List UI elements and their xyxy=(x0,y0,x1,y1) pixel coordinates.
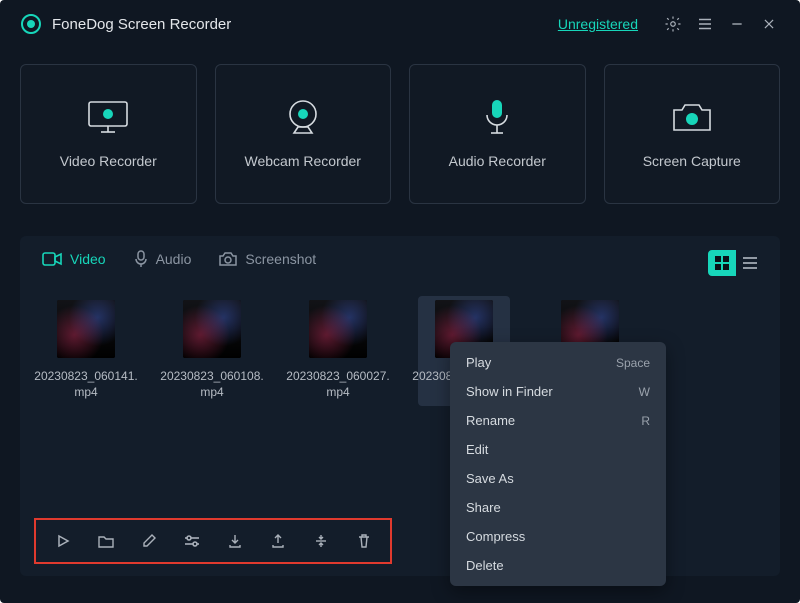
library-item[interactable]: 20230823_060141.mp4 xyxy=(40,296,132,406)
webcam-icon xyxy=(280,99,326,135)
open-folder-button[interactable] xyxy=(93,528,118,554)
app-title: FoneDog Screen Recorder xyxy=(52,16,231,33)
menu-item-show-in-finder[interactable]: Show in Finder W xyxy=(450,377,666,406)
save-download-button[interactable] xyxy=(222,528,247,554)
filename-label: 20230823_060027.mp4 xyxy=(283,368,393,400)
mode-card-screen-capture[interactable]: Screen Capture xyxy=(604,64,781,204)
menu-item-label: Rename xyxy=(466,413,515,428)
view-list-button[interactable] xyxy=(736,250,764,276)
library-tabs: Video Audio Screenshot xyxy=(36,250,764,278)
adjust-settings-button[interactable] xyxy=(179,528,204,554)
unregistered-link[interactable]: Unregistered xyxy=(558,16,638,32)
tab-label: Audio xyxy=(156,251,192,267)
menu-item-label: Edit xyxy=(466,442,488,457)
menu-item-compress[interactable]: Compress xyxy=(450,522,666,551)
menu-item-rename[interactable]: Rename R xyxy=(450,406,666,435)
microphone-icon xyxy=(474,99,520,135)
menu-item-label: Save As xyxy=(466,471,514,486)
mode-cards-row: Video Recorder Webcam Recorder Audio Rec… xyxy=(0,48,800,204)
context-menu: Play Space Show in Finder W Rename R Edi… xyxy=(450,342,666,586)
menu-item-label: Share xyxy=(466,500,501,515)
view-toggle xyxy=(708,250,764,276)
tab-screenshot[interactable]: Screenshot xyxy=(219,251,316,267)
filename-label: 20230823_060141.mp4 xyxy=(31,368,141,400)
mode-label: Webcam Recorder xyxy=(245,153,361,169)
tab-audio[interactable]: Audio xyxy=(134,250,192,268)
titlebar: FoneDog Screen Recorder Unregistered xyxy=(0,0,800,48)
app-window: FoneDog Screen Recorder Unregistered Vid… xyxy=(0,0,800,603)
camera-icon xyxy=(669,99,715,135)
view-grid-button[interactable] xyxy=(708,250,736,276)
compress-button[interactable] xyxy=(308,528,333,554)
menu-item-save-as[interactable]: Save As xyxy=(450,464,666,493)
video-icon xyxy=(42,252,62,266)
menu-icon[interactable] xyxy=(694,13,716,35)
microphone-small-icon xyxy=(134,250,148,268)
mode-card-webcam-recorder[interactable]: Webcam Recorder xyxy=(215,64,392,204)
share-upload-button[interactable] xyxy=(265,528,290,554)
edit-button[interactable] xyxy=(136,528,161,554)
thumbnail-image xyxy=(309,300,367,358)
delete-button[interactable] xyxy=(351,528,376,554)
close-icon[interactable] xyxy=(758,13,780,35)
play-button[interactable] xyxy=(50,528,75,554)
thumbnail-image xyxy=(57,300,115,358)
library-item[interactable]: 20230823_060027.mp4 xyxy=(292,296,384,406)
camera-small-icon xyxy=(219,252,237,266)
menu-item-label: Compress xyxy=(466,529,525,544)
library-panel: Video Audio Screenshot xyxy=(20,236,780,576)
menu-item-shortcut: Space xyxy=(616,356,650,370)
thumbnail-image xyxy=(183,300,241,358)
menu-item-shortcut: W xyxy=(639,385,650,399)
menu-item-label: Show in Finder xyxy=(466,384,553,399)
minimize-icon[interactable] xyxy=(726,13,748,35)
settings-gear-icon[interactable] xyxy=(662,13,684,35)
library-item[interactable]: 20230823_060108.mp4 xyxy=(166,296,258,406)
tab-label: Screenshot xyxy=(245,251,316,267)
mode-card-audio-recorder[interactable]: Audio Recorder xyxy=(409,64,586,204)
tab-label: Video xyxy=(70,251,106,267)
menu-item-share[interactable]: Share xyxy=(450,493,666,522)
menu-item-edit[interactable]: Edit xyxy=(450,435,666,464)
mode-card-video-recorder[interactable]: Video Recorder xyxy=(20,64,197,204)
library-action-toolbar xyxy=(34,518,392,564)
menu-item-delete[interactable]: Delete xyxy=(450,551,666,580)
filename-label: 20230823_060108.mp4 xyxy=(157,368,267,400)
menu-item-shortcut: R xyxy=(641,414,650,428)
menu-item-play[interactable]: Play Space xyxy=(450,348,666,377)
menu-item-label: Play xyxy=(466,355,491,370)
app-logo-icon xyxy=(20,13,42,35)
tab-video[interactable]: Video xyxy=(42,251,106,267)
monitor-record-icon xyxy=(85,99,131,135)
mode-label: Screen Capture xyxy=(643,153,741,169)
menu-item-label: Delete xyxy=(466,558,504,573)
mode-label: Video Recorder xyxy=(60,153,157,169)
mode-label: Audio Recorder xyxy=(449,153,546,169)
